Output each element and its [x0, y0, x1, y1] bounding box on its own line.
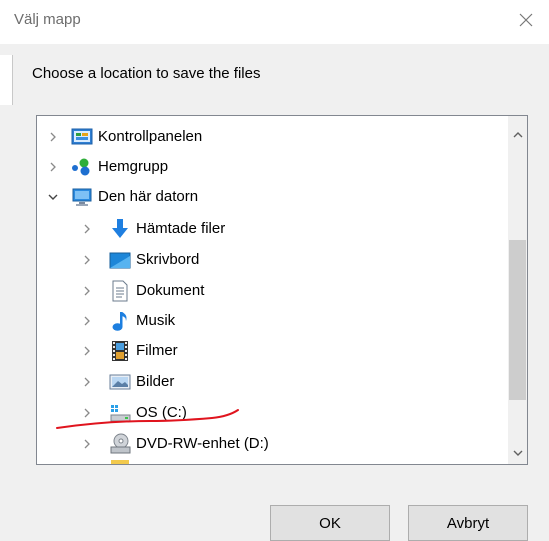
- scrollbar-thumb[interactable]: [509, 240, 526, 400]
- tree-item-skrivbord[interactable]: Skrivbord: [37, 245, 507, 275]
- chevron-up-icon: [513, 132, 522, 138]
- tree-item-label: Bilder: [136, 373, 175, 390]
- tree-item-musik[interactable]: Musik: [37, 306, 507, 336]
- chevron-right-icon[interactable]: [79, 252, 95, 268]
- chevron-right-icon[interactable]: [79, 436, 95, 452]
- scroll-up-button[interactable]: [508, 124, 527, 146]
- tree-item-label: Kontrollpanelen: [98, 128, 203, 145]
- background-window-edge: [0, 55, 13, 105]
- chevron-down-icon[interactable]: [45, 189, 61, 205]
- folder-icon: [111, 460, 129, 464]
- chevron-right-icon[interactable]: [79, 405, 95, 421]
- chevron-right-icon[interactable]: [79, 313, 95, 329]
- tree-item-label: Skrivbord: [136, 251, 200, 268]
- tree-item-dokument[interactable]: Dokument: [37, 276, 507, 306]
- chevron-right-icon[interactable]: [45, 129, 61, 145]
- tree-item-label: Filmer: [136, 342, 178, 359]
- tree-item-label: Den här datorn: [98, 188, 199, 205]
- dvd-drive-icon: [109, 433, 131, 455]
- tree-item-os-c[interactable]: OS (C:): [37, 398, 507, 428]
- computer-icon: [71, 186, 93, 208]
- chevron-down-icon: [513, 450, 522, 456]
- tree-item-filmer[interactable]: Filmer: [37, 336, 507, 366]
- tree-item-bilder[interactable]: Bilder: [37, 367, 507, 397]
- close-button[interactable]: [503, 0, 549, 40]
- ok-button[interactable]: OK: [270, 505, 390, 541]
- tree-item-label: Dokument: [136, 282, 205, 299]
- tree-item-kontrollpanelen[interactable]: Kontrollpanelen: [37, 122, 507, 152]
- tree-item-den-har-datorn[interactable]: Den här datorn: [37, 182, 507, 212]
- videos-icon: [109, 340, 131, 362]
- chevron-right-icon[interactable]: [79, 374, 95, 390]
- tree-item-label: Musik: [136, 312, 176, 329]
- dialog-title: Välj mapp: [14, 11, 81, 28]
- control-panel-icon: [71, 126, 93, 148]
- tree-item-label: Hämtade filer: [136, 220, 226, 237]
- dialog-prompt: Choose a location to save the files: [32, 65, 261, 82]
- close-icon: [519, 13, 533, 27]
- vertical-scrollbar[interactable]: [508, 116, 527, 464]
- tree-item-hamtade-filer[interactable]: Hämtade filer: [37, 214, 507, 244]
- music-icon: [109, 310, 131, 332]
- cancel-button[interactable]: Avbryt: [408, 505, 528, 541]
- pictures-icon: [109, 371, 131, 393]
- drive-icon: [109, 402, 131, 424]
- tree-item-label: OS (C:): [136, 404, 187, 421]
- homegroup-icon: [71, 156, 93, 178]
- tree-item-label: Hemgrupp: [98, 158, 169, 175]
- tree-item-dvd-rw-enhet-d[interactable]: DVD-RW-enhet (D:): [37, 429, 507, 459]
- chevron-right-icon[interactable]: [45, 159, 61, 175]
- documents-icon: [109, 280, 131, 302]
- folder-tree[interactable]: Kontrollpanelen Hemgrupp Den här datorn …: [36, 115, 528, 465]
- desktop-icon: [109, 249, 131, 271]
- tree-item-label: DVD-RW-enhet (D:): [136, 435, 269, 452]
- scroll-down-button[interactable]: [508, 442, 527, 464]
- tree-item-hemgrupp[interactable]: Hemgrupp: [37, 152, 507, 182]
- chevron-right-icon[interactable]: [79, 283, 95, 299]
- chevron-right-icon[interactable]: [79, 343, 95, 359]
- downloads-icon: [109, 218, 131, 240]
- chevron-right-icon[interactable]: [79, 221, 95, 237]
- title-bar: Välj mapp: [0, 0, 549, 44]
